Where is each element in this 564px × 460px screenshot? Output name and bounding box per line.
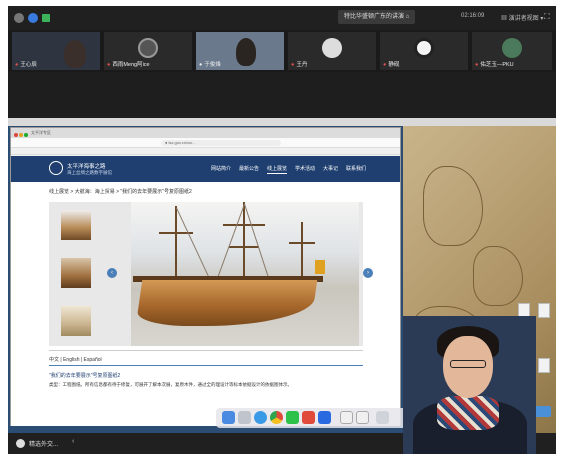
desktop-folder-icon[interactable] xyxy=(535,406,551,417)
gallery-thumbnail[interactable] xyxy=(61,210,91,240)
avatar xyxy=(322,38,342,58)
avatar xyxy=(414,38,434,58)
shield-icon[interactable] xyxy=(28,13,38,23)
meeting-app-icon[interactable] xyxy=(318,411,331,424)
language-switch[interactable]: 中文 | English | Español xyxy=(49,356,102,363)
meeting-top-bar: 特比华盛顿广东的讲演 ⌂ 02:16:09 ▦ 演讲者视图 ▾ ⛶ xyxy=(8,6,556,30)
desktop-file-icon[interactable] xyxy=(538,358,550,373)
divider xyxy=(49,350,363,351)
nav-item-exhibition[interactable]: 线上展览 xyxy=(267,165,288,174)
participant-tile[interactable]: ● 西雨Meng阿ice xyxy=(104,32,192,70)
participant-strip: ● 王心辰 ● 西雨Meng阿ice ● 于俊烽 ● 王丹 ● 静砚 ● 佑芝玉—PKU xyxy=(8,30,556,72)
avatar xyxy=(138,38,158,58)
participant-tile[interactable]: ● 佑芝玉—PKU xyxy=(472,32,552,70)
chat-icon[interactable] xyxy=(16,439,25,448)
divider xyxy=(49,365,363,366)
participant-name: 于俊烽 xyxy=(204,62,221,68)
ship-model-image xyxy=(131,202,359,346)
mic-muted-icon: ● xyxy=(107,62,111,68)
trash-icon[interactable] xyxy=(376,411,389,424)
site-title[interactable]: 太平洋海事之路 xyxy=(67,162,106,170)
participant-name: 王心辰 xyxy=(20,62,37,68)
mic-muted-icon: ● xyxy=(291,62,295,68)
messages-icon[interactable] xyxy=(286,411,299,424)
chrome-icon[interactable] xyxy=(270,411,283,424)
info-icon[interactable] xyxy=(14,13,24,23)
meeting-timer: 02:16:09 xyxy=(461,13,485,19)
speaker-view-button[interactable]: ▦ 演讲者视图 ▾ xyxy=(501,13,543,22)
address-bar: ● lsz.gov.cn/cs/... xyxy=(11,138,400,148)
document-icon[interactable] xyxy=(340,411,353,424)
participant-video xyxy=(236,38,256,66)
bottom-bar-label[interactable]: 精选外交... xyxy=(29,439,58,448)
participant-tile[interactable]: ● 王丹 xyxy=(288,32,376,70)
mic-icon: ● xyxy=(199,62,203,68)
safari-icon[interactable] xyxy=(254,411,267,424)
photos-icon[interactable] xyxy=(302,411,315,424)
mac-menu-bar xyxy=(8,118,556,126)
participant-name: 佑芝玉—PKU xyxy=(480,62,514,68)
mac-dock xyxy=(216,408,406,428)
spacer xyxy=(8,72,556,118)
participant-name: 静砚 xyxy=(388,62,400,68)
mic-muted-icon: ● xyxy=(15,62,19,68)
launchpad-icon[interactable] xyxy=(238,411,251,424)
browser-window: 太平洋专区 ● lsz.gov.cn/cs/... 太平洋海事之路 海上丝绸之路… xyxy=(10,127,401,426)
participant-name: 王丹 xyxy=(296,62,308,68)
gallery-thumbnail[interactable] xyxy=(61,258,91,288)
gallery-thumbnail[interactable] xyxy=(61,306,91,336)
browser-tab[interactable]: 太平洋专区 xyxy=(31,130,51,135)
participant-video xyxy=(64,40,86,68)
nav-item-news[interactable]: 最新公告 xyxy=(239,165,259,172)
nav-item-academic[interactable]: 学术活动 xyxy=(295,165,315,172)
page-content: 线上展览 > 大航海：海上贸易 > "我们的去年要展示"号复原图纸2 ‹ › 中… xyxy=(11,182,400,426)
site-header: 太平洋海事之路 海上丝绸之路数字展馆 网站简介 最新公告 线上展览 学术活动 大… xyxy=(11,156,400,182)
site-logo-icon[interactable] xyxy=(49,161,63,175)
participant-tile[interactable]: ● 王心辰 xyxy=(12,32,100,70)
next-arrow-icon[interactable]: › xyxy=(363,268,373,278)
fullscreen-icon[interactable]: ⛶ xyxy=(544,12,550,22)
back-icon[interactable]: ‹ xyxy=(72,438,74,445)
item-description: 类型：工程图纸。所有信息都有待于修复，可展开了解本次展，复原木件，通过全的理设计… xyxy=(49,382,292,387)
nav-item-events[interactable]: 大事记 xyxy=(323,165,338,172)
mic-muted-icon: ● xyxy=(383,62,387,68)
avatar xyxy=(502,38,522,58)
item-title: "我们的去年要展示"号复原图纸2 xyxy=(49,373,121,379)
meeting-window: 特比华盛顿广东的讲演 ⌂ 02:16:09 ▦ 演讲者视图 ▾ ⛶ ● 王心辰 ●… xyxy=(8,6,556,454)
nav-item-contact[interactable]: 联系我们 xyxy=(346,165,366,172)
image-gallery: ‹ › xyxy=(49,202,373,346)
meeting-title-badge[interactable]: 特比华盛顿广东的讲演 ⌂ xyxy=(338,10,416,24)
prev-arrow-icon[interactable]: ‹ xyxy=(107,268,117,278)
site-subtitle: 海上丝绸之路数字展馆 xyxy=(67,170,112,175)
participant-tile[interactable]: ● 静砚 xyxy=(380,32,468,70)
participant-tile[interactable]: ● 于俊烽 xyxy=(196,32,284,70)
signal-icon xyxy=(42,14,50,22)
participant-name: 西雨Meng阿ice xyxy=(112,62,150,68)
desktop-file-icon[interactable] xyxy=(538,303,550,318)
speaker-video[interactable] xyxy=(403,316,536,454)
mic-muted-icon: ● xyxy=(475,62,479,68)
nav-item-intro[interactable]: 网站简介 xyxy=(211,165,231,172)
browser-tab-bar: 太平洋专区 xyxy=(11,128,400,138)
breadcrumb: 线上展览 > 大航海：海上贸易 > "我们的去年要展示"号复原图纸2 xyxy=(49,189,192,195)
bookmarks-bar xyxy=(11,148,400,155)
url-field[interactable]: ● lsz.gov.cn/cs/... xyxy=(161,140,281,146)
document-icon[interactable] xyxy=(356,411,369,424)
finder-icon[interactable] xyxy=(222,411,235,424)
